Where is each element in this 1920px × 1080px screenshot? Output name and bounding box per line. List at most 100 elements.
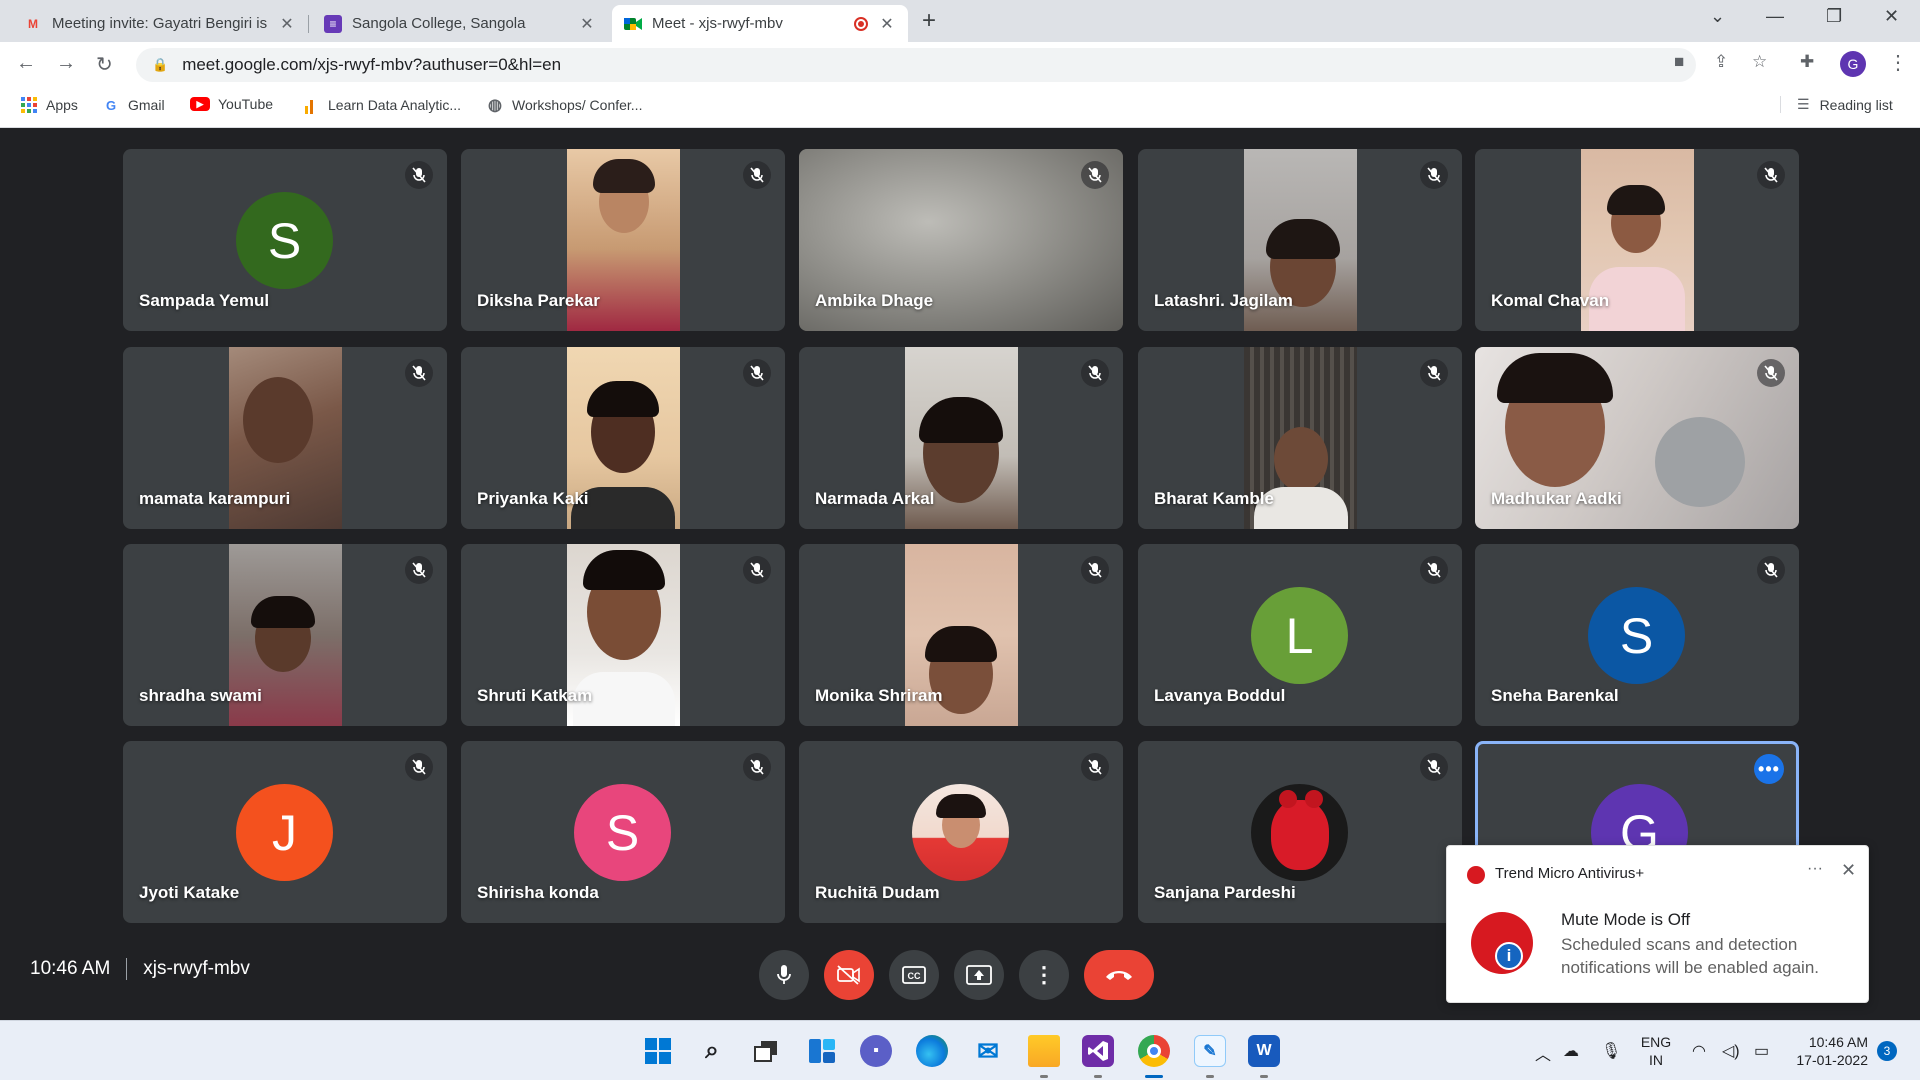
edge-icon[interactable] xyxy=(916,1035,948,1067)
microphone-button[interactable] xyxy=(759,950,809,1000)
participant-tile[interactable]: J Jyoti Katake xyxy=(123,741,447,923)
participant-name: Sanjana Pardeshi xyxy=(1154,883,1296,902)
more-vert-icon: ⋮ xyxy=(1033,962,1055,987)
google-g-icon: G xyxy=(105,97,117,113)
reading-list-label: Reading list xyxy=(1819,96,1893,113)
wifi-icon[interactable]: ◠ xyxy=(1692,1041,1706,1061)
profile-avatar[interactable]: G xyxy=(1840,51,1866,77)
tab-search-icon[interactable]: ⌄ xyxy=(1710,6,1725,27)
tab-gmail[interactable]: M Meeting invite: Gayatri Bengiri is ✕ xyxy=(12,5,309,42)
visual-studio-icon[interactable] xyxy=(1082,1035,1114,1067)
mail-icon[interactable]: ✉ xyxy=(972,1035,1004,1067)
bookmark-workshops[interactable]: ◍ Workshops/ Confer... xyxy=(486,96,642,114)
participant-tile[interactable]: Bharat Kamble xyxy=(1138,347,1462,529)
forms-icon: ≡ xyxy=(324,14,342,33)
participant-tile[interactable]: Ruchitā Dudam xyxy=(799,741,1123,923)
participant-tile[interactable]: Ambika Dhage xyxy=(799,149,1123,331)
mic-off-icon xyxy=(1757,161,1785,189)
mic-off-icon xyxy=(743,556,771,584)
leave-call-button[interactable] xyxy=(1084,950,1154,1000)
more-options-button[interactable]: ⋮ xyxy=(1019,950,1069,1000)
document-app-icon[interactable]: ✎ xyxy=(1194,1035,1226,1067)
close-icon[interactable]: ✕ xyxy=(278,14,296,34)
gmail-icon: M xyxy=(28,16,38,31)
reading-list-button[interactable]: ☰ Reading list xyxy=(1780,96,1893,113)
widgets-icon[interactable] xyxy=(806,1035,838,1067)
mic-off-icon xyxy=(405,556,433,584)
notification-more-icon[interactable]: ··· xyxy=(1807,860,1823,878)
participant-tile[interactable]: Komal Chavan xyxy=(1475,149,1799,331)
participant-tile[interactable]: Sanjana Pardeshi xyxy=(1138,741,1462,923)
task-view-icon[interactable] xyxy=(750,1035,782,1067)
mic-off-icon xyxy=(1081,753,1109,781)
microphone-tray-icon[interactable]: 🎙 xyxy=(1601,1041,1621,1061)
start-windows-icon[interactable] xyxy=(642,1035,674,1067)
restore-button[interactable]: ❐ xyxy=(1826,6,1842,27)
tab-title: Meet - xjs-rwyf-mbv xyxy=(652,15,783,32)
camera-in-use-icon[interactable]: ■ xyxy=(1674,52,1684,72)
close-icon[interactable]: ✕ xyxy=(878,14,896,34)
windows-taskbar: ⌕ ▪ ✉ ✎ W ︿ ☁ 🎙 ENG IN ◠ ◁) ▭ 10:46 AM 1… xyxy=(0,1020,1920,1080)
share-icon[interactable]: ⇪ xyxy=(1714,52,1728,72)
system-clock[interactable]: 10:46 AM 17-01-2022 xyxy=(1788,1033,1868,1069)
bookmark-label: Gmail xyxy=(128,97,165,113)
participant-tile[interactable]: mamata karampuri xyxy=(123,347,447,529)
apps-grid-icon xyxy=(20,96,38,114)
back-button[interactable]: ← xyxy=(16,52,36,75)
tab-meet[interactable]: Meet - xjs-rwyf-mbv ✕ xyxy=(612,5,908,42)
word-icon[interactable]: W xyxy=(1248,1035,1280,1067)
search-icon[interactable]: ⌕ xyxy=(696,1035,728,1067)
close-window-button[interactable]: ✕ xyxy=(1884,6,1899,27)
minimize-button[interactable]: — xyxy=(1766,6,1784,27)
language-indicator[interactable]: ENG IN xyxy=(1640,1033,1672,1069)
participant-tile[interactable]: L Lavanya Boddul xyxy=(1138,544,1462,726)
participant-tile[interactable]: S Sampada Yemul xyxy=(123,149,447,331)
extensions-icon[interactable]: ✚ xyxy=(1800,52,1814,72)
bookmark-apps[interactable]: Apps xyxy=(20,96,78,114)
more-options-icon[interactable]: ••• xyxy=(1754,754,1784,784)
bookmark-youtube[interactable]: ▶ YouTube xyxy=(190,96,273,112)
reload-button[interactable]: ↻ xyxy=(96,52,113,77)
participant-name: Lavanya Boddul xyxy=(1154,686,1286,705)
participant-tile[interactable]: Monika Shriram xyxy=(799,544,1123,726)
hang-up-icon xyxy=(1106,971,1132,980)
battery-icon[interactable]: ▭ xyxy=(1754,1041,1769,1061)
file-explorer-icon[interactable] xyxy=(1028,1035,1060,1067)
bookmark-star-icon[interactable]: ☆ xyxy=(1752,52,1767,72)
bookmark-label: YouTube xyxy=(218,96,274,112)
participant-tile[interactable]: S Shirisha konda xyxy=(461,741,785,923)
bookmark-data-analytics[interactable]: Learn Data Analytic... xyxy=(302,96,461,114)
participant-name: Ruchitā Dudam xyxy=(815,883,940,902)
recording-icon xyxy=(854,16,868,31)
analytics-icon xyxy=(302,96,320,114)
participant-tile[interactable]: Narmada Arkal xyxy=(799,347,1123,529)
participant-tile[interactable]: Priyanka Kaki xyxy=(461,347,785,529)
antivirus-notification[interactable]: Trend Micro Antivirus+ ··· ✕ i Mute Mode… xyxy=(1446,845,1869,1003)
tab-forms[interactable]: ≡ Sangola College, Sangola ✕ xyxy=(312,5,608,42)
new-tab-button[interactable]: + xyxy=(922,7,936,35)
address-bar[interactable]: 🔒 meet.google.com/xjs-rwyf-mbv?authuser=… xyxy=(136,48,1696,82)
present-now-button[interactable] xyxy=(954,950,1004,1000)
lock-icon[interactable]: 🔒 xyxy=(152,57,168,73)
bookmark-gmail[interactable]: G Gmail xyxy=(102,96,165,114)
participant-tile[interactable]: S Sneha Barenkal xyxy=(1475,544,1799,726)
volume-icon[interactable]: ◁) xyxy=(1722,1041,1740,1061)
camera-button[interactable] xyxy=(824,950,874,1000)
notification-close-icon[interactable]: ✕ xyxy=(1841,860,1856,881)
onedrive-cloud-icon[interactable]: ☁ xyxy=(1563,1041,1579,1061)
notification-count-badge[interactable]: 3 xyxy=(1877,1041,1897,1061)
close-icon[interactable]: ✕ xyxy=(578,14,596,34)
participant-tile[interactable]: Madhukar Aadki xyxy=(1475,347,1799,529)
participant-tile[interactable]: Diksha Parekar xyxy=(461,149,785,331)
captions-button[interactable]: CC xyxy=(889,950,939,1000)
participant-tile[interactable]: shradha swami xyxy=(123,544,447,726)
participant-grid: S Sampada Yemul Diksha Parekar Ambika Dh… xyxy=(0,128,1920,928)
chrome-icon[interactable] xyxy=(1138,1035,1170,1067)
meeting-code[interactable]: xjs-rwyf-mbv xyxy=(143,958,250,980)
participant-tile[interactable]: Shruti Katkam xyxy=(461,544,785,726)
chat-teams-icon[interactable]: ▪ xyxy=(860,1035,892,1067)
participant-tile[interactable]: Latashri. Jagilam xyxy=(1138,149,1462,331)
forward-button[interactable]: → xyxy=(56,52,76,75)
show-hidden-icons-icon[interactable]: ︿ xyxy=(1535,1041,1551,1065)
browser-menu-icon[interactable]: ⋮ xyxy=(1888,50,1908,75)
